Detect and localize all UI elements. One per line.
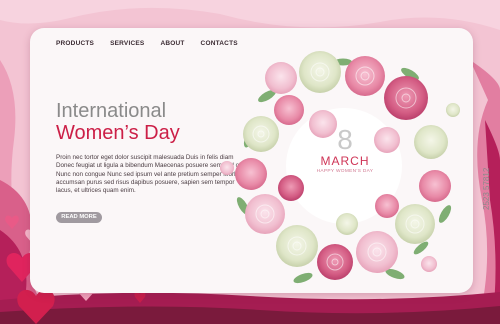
hero-title-line1: International xyxy=(56,100,167,122)
nav-products[interactable]: PRODUCTS xyxy=(56,40,94,47)
hero-title-line2: Women’s Day xyxy=(56,122,180,144)
landing-card: PRODUCTS SERVICES ABOUT CONTACTS Interna… xyxy=(30,28,473,293)
date-badge: 8 MARCH HAPPY WOMEN’S DAY xyxy=(300,126,390,175)
date-caption: HAPPY WOMEN’S DAY xyxy=(316,169,374,174)
nav-about[interactable]: ABOUT xyxy=(160,40,184,47)
read-more-button[interactable]: READ MORE xyxy=(56,212,102,223)
date-day: 8 xyxy=(337,124,353,155)
stock-watermark: 2523 57812 xyxy=(482,167,491,210)
nav-services[interactable]: SERVICES xyxy=(110,40,144,47)
date-month: MARCH xyxy=(320,154,370,168)
